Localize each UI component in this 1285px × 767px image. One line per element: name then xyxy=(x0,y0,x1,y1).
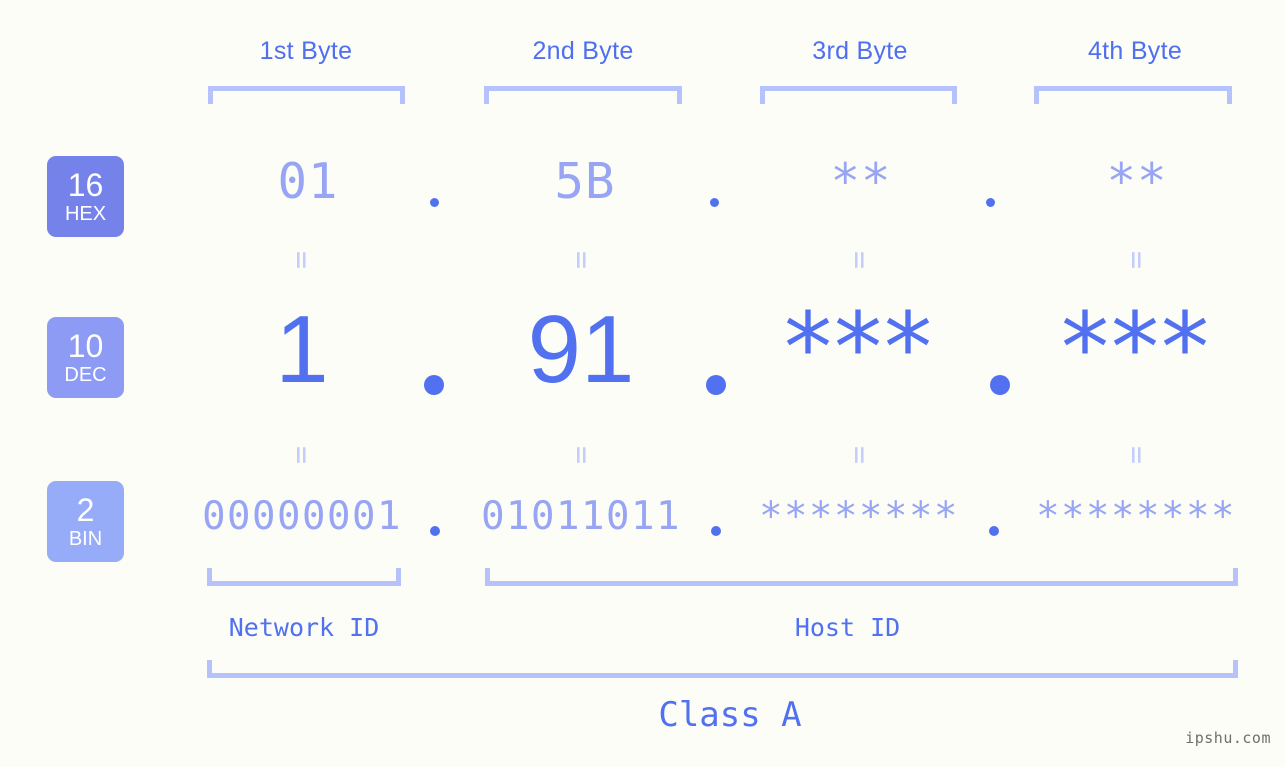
dec-octet-1: 1 xyxy=(275,296,329,403)
host-id-bracket xyxy=(485,568,1238,586)
base-badge-dec-label: DEC xyxy=(64,363,107,386)
watermark: ipshu.com xyxy=(1185,729,1271,747)
base-badge-bin[interactable]: 2 BIN xyxy=(47,481,124,562)
base-badge-hex-label: HEX xyxy=(64,202,107,225)
byte-header-2: 2nd Byte xyxy=(532,37,634,65)
bin-octet-1: 00000001 xyxy=(202,494,402,539)
base-badge-hex[interactable]: 16 HEX xyxy=(47,156,124,237)
network-id-bracket xyxy=(207,568,401,586)
equals-sign-hex-dec-3: = xyxy=(842,250,877,270)
byte-bracket-4 xyxy=(1034,86,1232,104)
hex-separator-dot-3 xyxy=(986,198,995,207)
dec-octet-3: *** xyxy=(784,292,934,404)
hex-separator-dot-1 xyxy=(430,198,439,207)
bin-separator-dot-3 xyxy=(989,526,999,536)
base-badge-bin-number: 2 xyxy=(76,491,95,528)
equals-sign-hex-dec-2: = xyxy=(564,250,599,270)
network-id-label: Network ID xyxy=(228,613,380,642)
dec-octet-2: 91 xyxy=(527,296,635,403)
byte-bracket-3 xyxy=(760,86,957,104)
byte-bracket-1 xyxy=(208,86,405,104)
equals-sign-dec-bin-3: = xyxy=(842,445,877,465)
hex-octet-4: ** xyxy=(1106,153,1168,210)
hex-octet-3: ** xyxy=(830,153,892,210)
hex-separator-dot-2 xyxy=(710,198,719,207)
equals-sign-dec-bin-4: = xyxy=(1119,445,1154,465)
base-badge-dec-number: 10 xyxy=(67,327,104,364)
ip-address-breakdown-diagram: 1st Byte 2nd Byte 3rd Byte 4th Byte 16 H… xyxy=(0,0,1285,767)
dec-separator-dot-1 xyxy=(424,375,444,395)
bin-separator-dot-1 xyxy=(430,526,440,536)
bin-octet-4: ******** xyxy=(1036,494,1236,539)
equals-sign-dec-bin-2: = xyxy=(564,445,599,465)
host-id-label: Host ID xyxy=(794,613,901,642)
byte-header-3: 3rd Byte xyxy=(812,37,908,65)
base-badge-bin-label: BIN xyxy=(68,527,103,550)
equals-sign-hex-dec-4: = xyxy=(1119,250,1154,270)
equals-sign-dec-bin-1: = xyxy=(284,445,319,465)
bin-separator-dot-2 xyxy=(711,526,721,536)
equals-sign-hex-dec-1: = xyxy=(284,250,319,270)
class-bracket xyxy=(207,660,1238,678)
base-badge-hex-number: 16 xyxy=(67,166,104,203)
hex-octet-2: 5B xyxy=(554,153,616,210)
dec-separator-dot-2 xyxy=(706,375,726,395)
byte-header-1: 1st Byte xyxy=(259,37,353,65)
hex-octet-1: 01 xyxy=(277,153,339,210)
byte-bracket-2 xyxy=(484,86,682,104)
base-badge-dec[interactable]: 10 DEC xyxy=(47,317,124,398)
byte-header-4: 4th Byte xyxy=(1087,37,1183,65)
bin-octet-3: ******** xyxy=(759,494,959,539)
dec-octet-4: *** xyxy=(1061,292,1211,404)
class-label: Class A xyxy=(658,695,802,735)
bin-octet-2: 01011011 xyxy=(481,494,681,539)
